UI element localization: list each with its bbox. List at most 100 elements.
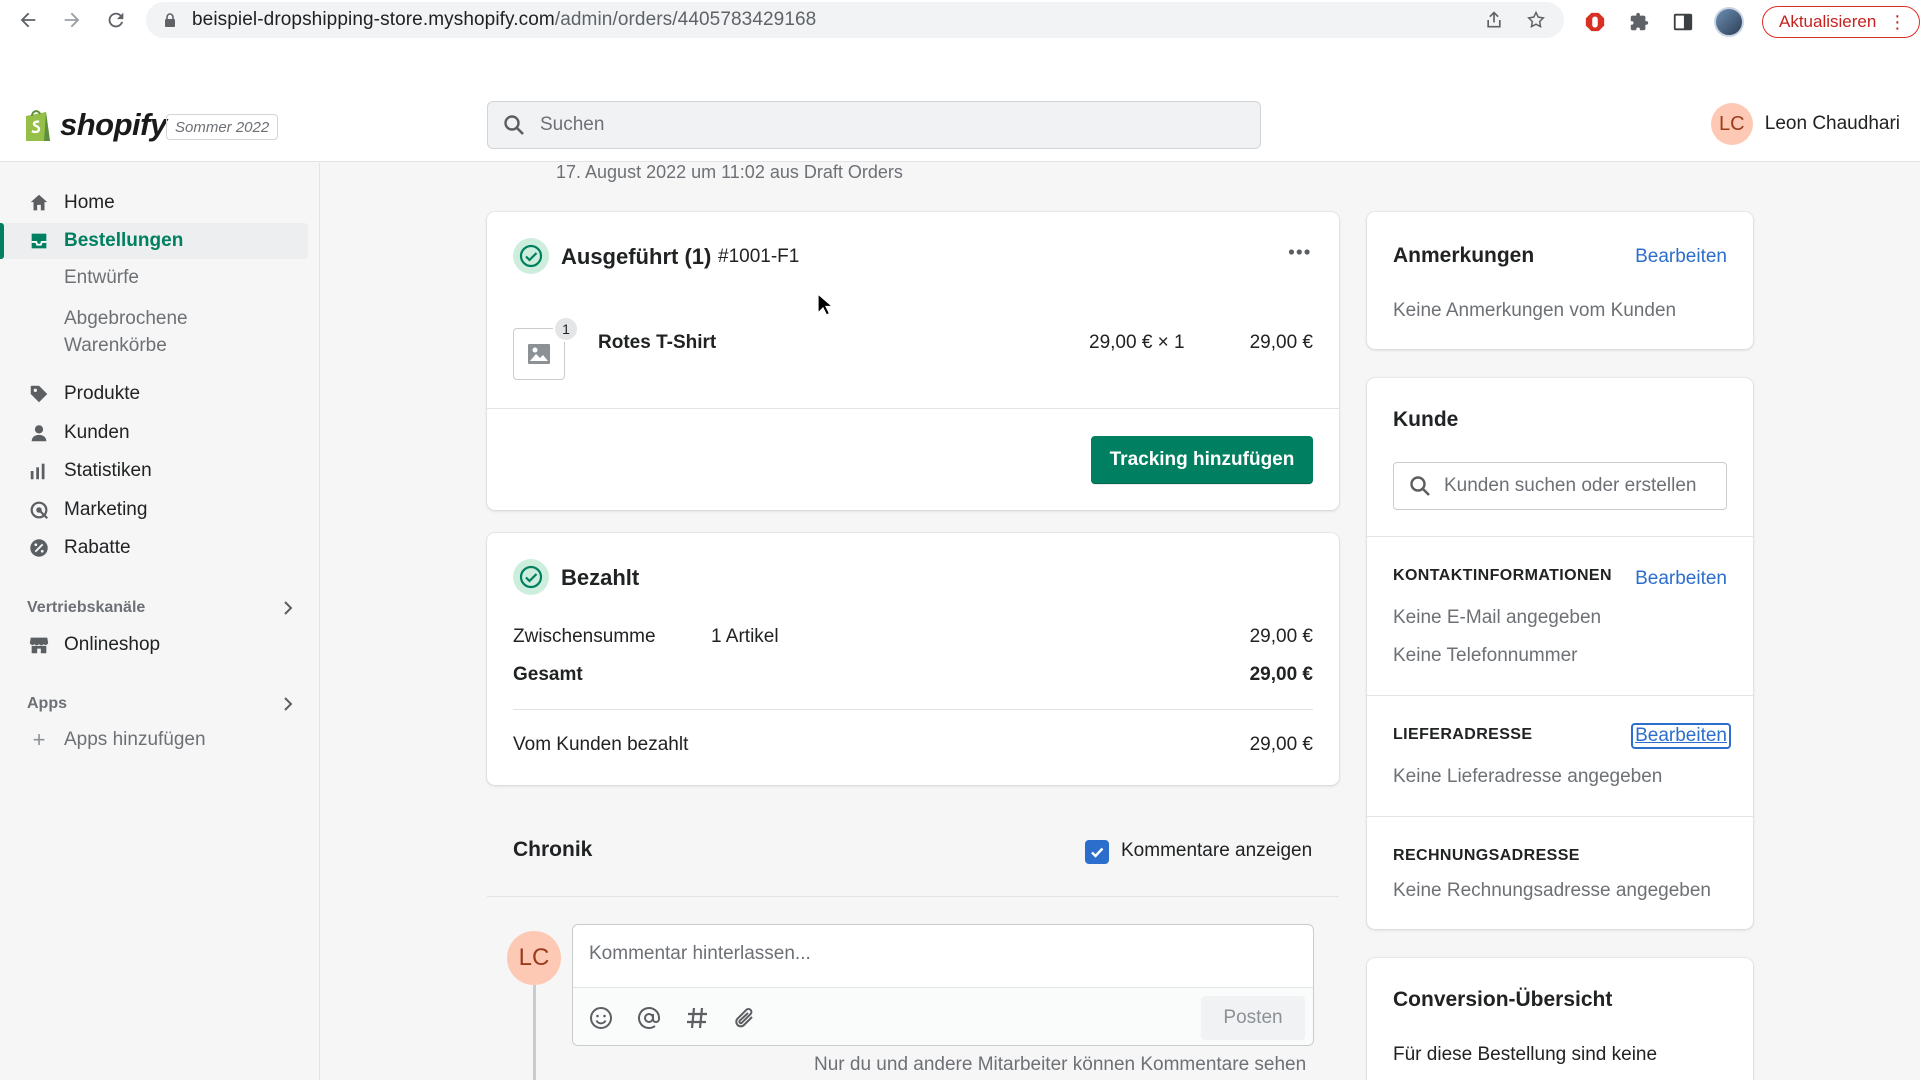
no-shipping-text: Keine Lieferadresse angegeben bbox=[1393, 766, 1663, 787]
add-apps-label: Apps hinzufügen bbox=[64, 729, 206, 750]
add-apps-button[interactable]: + Apps hinzufügen bbox=[28, 727, 206, 752]
shipping-address-title: LIEFERADRESSE bbox=[1393, 726, 1533, 743]
global-search[interactable] bbox=[487, 101, 1261, 149]
shopify-topbar: shopify Sommer 2022 LC Leon Chaudhari bbox=[0, 88, 1920, 162]
mention-icon[interactable] bbox=[635, 1004, 663, 1032]
add-tracking-button[interactable]: Tracking hinzufügen bbox=[1091, 436, 1313, 484]
sidebar-subitem-abandoned-2[interactable]: Warenkörbe bbox=[64, 332, 167, 359]
shopify-logo[interactable]: shopify bbox=[22, 107, 167, 143]
sidebar-item-discounts[interactable]: Rabatte bbox=[0, 530, 308, 566]
sidebar-item-analytics[interactable]: Statistiken bbox=[0, 453, 308, 489]
search-icon bbox=[504, 115, 524, 135]
sidebar-item-products[interactable]: Produkte bbox=[0, 376, 308, 412]
customer-search-input[interactable] bbox=[1444, 475, 1724, 497]
sidebar-item-home[interactable]: Home bbox=[0, 185, 308, 221]
total-label: Gesamt bbox=[513, 664, 583, 685]
attachment-icon[interactable] bbox=[731, 1004, 759, 1032]
emoji-icon[interactable] bbox=[587, 1004, 615, 1032]
fulfilled-title: Ausgeführt (1) bbox=[561, 244, 712, 269]
bookmark-star-icon[interactable] bbox=[1526, 10, 1546, 30]
comment-box: Posten bbox=[572, 924, 1314, 1046]
browser-spacer bbox=[0, 40, 1920, 88]
conversion-text: Für diese Bestellung sind keine bbox=[1393, 1044, 1658, 1065]
post-comment-button[interactable]: Posten bbox=[1201, 996, 1305, 1040]
share-icon[interactable] bbox=[1484, 10, 1504, 30]
subtotal-count: 1 Artikel bbox=[711, 626, 779, 647]
contact-edit-link[interactable]: Bearbeiten bbox=[1635, 568, 1727, 590]
subtotal-value: 29,00 € bbox=[1249, 626, 1313, 647]
more-horizontal-icon[interactable] bbox=[1286, 242, 1316, 262]
update-label: Aktualisieren bbox=[1779, 12, 1877, 31]
edition-badge: Sommer 2022 bbox=[166, 114, 279, 140]
sidebar-item-label: Kunden bbox=[64, 422, 130, 443]
paid-by-customer-label: Vom Kunden bezahlt bbox=[513, 734, 689, 755]
tag-icon bbox=[30, 385, 48, 403]
quantity-badge: 1 bbox=[553, 316, 579, 342]
timeline-title: Chronik bbox=[513, 838, 593, 861]
no-phone-text: Keine Telefonnummer bbox=[1393, 645, 1578, 666]
paid-card: Bezahlt Zwischensumme 1 Artikel 29,00 € … bbox=[487, 533, 1339, 785]
notes-edit-link[interactable]: Bearbeiten bbox=[1635, 246, 1727, 268]
extensions-icon[interactable] bbox=[1626, 9, 1652, 35]
search-input[interactable] bbox=[540, 114, 1220, 136]
no-email-text: Keine E-Mail angegeben bbox=[1393, 607, 1602, 628]
store-icon bbox=[29, 637, 49, 654]
paid-by-customer-value: 29,00 € bbox=[1249, 734, 1313, 755]
show-comments-checkbox[interactable] bbox=[1085, 840, 1109, 864]
lock-icon bbox=[165, 13, 175, 27]
comment-input[interactable] bbox=[589, 943, 1289, 965]
profile-avatar[interactable] bbox=[1714, 7, 1744, 37]
sales-channels-header[interactable]: Vertriebskanäle bbox=[27, 599, 297, 617]
timeline-divider bbox=[487, 896, 1339, 897]
person-icon bbox=[31, 425, 47, 442]
bar-chart-icon bbox=[30, 463, 45, 480]
card-divider bbox=[513, 709, 1313, 710]
sidebar: Home Bestellungen Entwürfe Abgebrochene … bbox=[0, 163, 320, 1080]
chevron-right-icon bbox=[284, 697, 293, 711]
conversion-title: Conversion-Übersicht bbox=[1393, 988, 1613, 1011]
shipping-edit-link[interactable]: Bearbeiten bbox=[1631, 723, 1731, 749]
hashtag-icon[interactable] bbox=[683, 1004, 711, 1032]
check-circle-icon bbox=[513, 238, 549, 274]
fulfillment-id: #1001-F1 bbox=[718, 246, 800, 267]
sidebar-item-customers[interactable]: Kunden bbox=[0, 415, 308, 451]
reload-icon[interactable] bbox=[102, 6, 130, 34]
sidebar-item-orders[interactable]: Bestellungen bbox=[0, 223, 308, 259]
forward-icon[interactable] bbox=[58, 6, 86, 34]
sidebar-subitem-abandoned-1[interactable]: Abgebrochene bbox=[64, 305, 188, 332]
notes-card: Anmerkungen Bearbeiten Keine Anmerkungen… bbox=[1367, 212, 1753, 349]
notes-text: Keine Anmerkungen vom Kunden bbox=[1393, 300, 1677, 321]
back-icon[interactable] bbox=[14, 6, 42, 34]
sidebar-item-online-store[interactable]: Onlineshop bbox=[0, 627, 308, 663]
subtotal-label: Zwischensumme bbox=[513, 626, 656, 647]
kebab-menu-icon: ⋮ bbox=[1888, 12, 1906, 32]
search-icon bbox=[1410, 476, 1430, 496]
sidebar-item-marketing[interactable]: Marketing bbox=[0, 492, 308, 528]
sidebar-item-label: Bestellungen bbox=[64, 230, 184, 251]
user-avatar: LC bbox=[1710, 103, 1753, 145]
show-comments-label[interactable]: Kommentare anzeigen bbox=[1121, 840, 1312, 862]
item-unit-price: 29,00 € × 1 bbox=[1089, 332, 1185, 353]
chevron-right-icon bbox=[284, 601, 293, 615]
customer-search[interactable] bbox=[1393, 462, 1727, 510]
update-button[interactable]: Aktualisieren ⋮ bbox=[1762, 6, 1920, 38]
billing-address-title: RECHNUNGSADRESSE bbox=[1393, 847, 1580, 864]
notes-title: Anmerkungen bbox=[1393, 244, 1535, 267]
user-menu[interactable]: LC Leon Chaudhari bbox=[1710, 103, 1900, 145]
sidebar-item-label: Home bbox=[64, 192, 115, 213]
timeline-line bbox=[533, 978, 536, 1080]
side-panel-icon[interactable] bbox=[1670, 9, 1696, 35]
product-name-link[interactable]: Rotes T-Shirt bbox=[598, 332, 716, 354]
card-divider bbox=[487, 408, 1339, 409]
url-text: beispiel-dropshipping-store.myshopify.co… bbox=[192, 9, 817, 30]
browser-toolbar: beispiel-dropshipping-store.myshopify.co… bbox=[0, 0, 1920, 40]
apps-header[interactable]: Apps bbox=[27, 695, 297, 713]
sidebar-item-label: Rabatte bbox=[64, 537, 131, 558]
sidebar-item-label: Statistiken bbox=[64, 460, 152, 481]
sidebar-subitem-drafts[interactable]: Entwürfe bbox=[64, 264, 139, 291]
shopify-bag-icon bbox=[26, 110, 50, 141]
customer-card: Kunde KONTAKTINFORMATIONEN Bearbeiten Ke… bbox=[1367, 378, 1753, 929]
address-bar[interactable]: beispiel-dropshipping-store.myshopify.co… bbox=[146, 2, 1564, 38]
adblock-icon[interactable] bbox=[1582, 9, 1608, 35]
paid-title: Bezahlt bbox=[561, 565, 640, 590]
